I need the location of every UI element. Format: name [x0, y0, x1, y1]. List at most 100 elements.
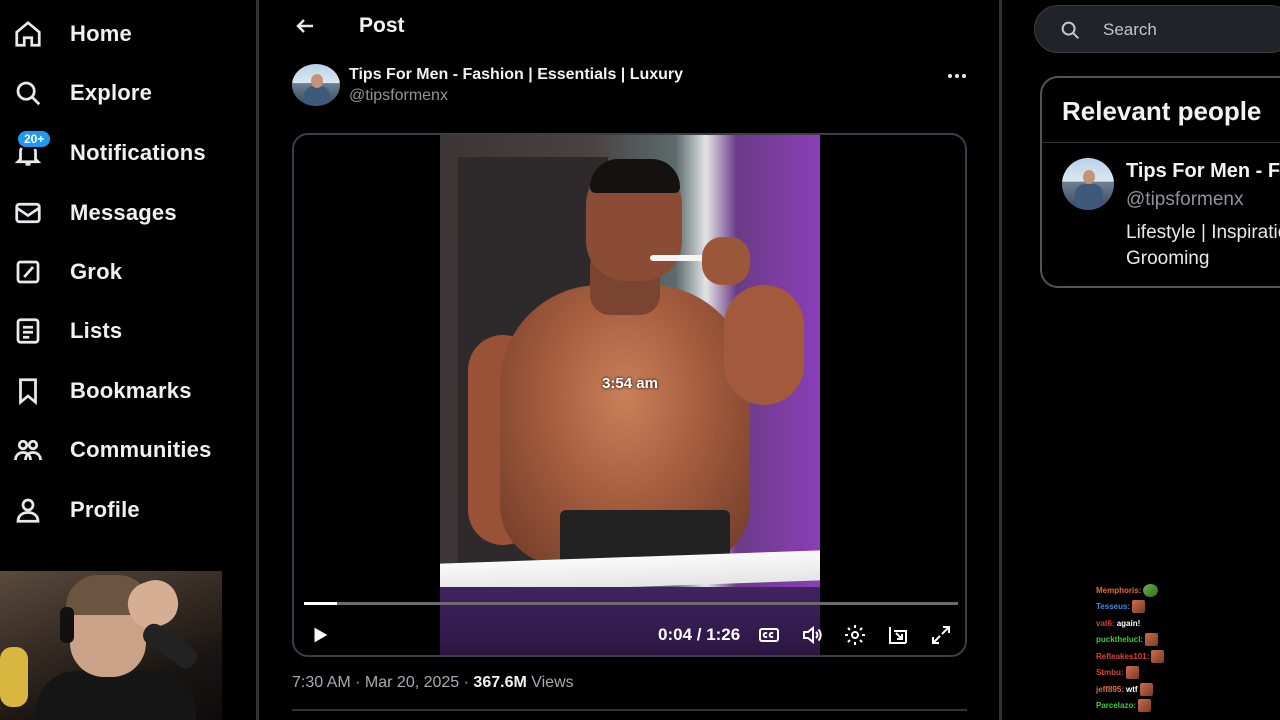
back-button[interactable] — [293, 14, 317, 38]
pip-icon — [889, 627, 907, 644]
avatar-body — [1075, 184, 1103, 210]
chat-username: Parcelazo: — [1096, 701, 1137, 711]
chat-message: jeff895: wtf — [1096, 681, 1246, 698]
search-bar[interactable] — [1034, 5, 1280, 53]
nav-label-profile: Profile — [70, 497, 140, 522]
dot-icon — [962, 74, 966, 78]
page-title: Post — [359, 14, 405, 37]
relevant-person-bio: Lifestyle | Inspiration | Grooming — [1126, 222, 1280, 269]
relevant-person-handle: @tipsformenx — [1126, 189, 1244, 210]
post-divider — [292, 709, 967, 711]
play-button[interactable] — [304, 619, 336, 651]
grok-icon — [12, 256, 44, 288]
video-player[interactable]: 3:54 am 0:04 / 1:26 — [292, 133, 967, 657]
settings-button[interactable] — [839, 619, 871, 651]
nav-label-grok: Grok — [70, 259, 123, 284]
webcam-headset — [60, 607, 74, 643]
webcam-microphone — [139, 619, 201, 673]
bookmark-icon — [12, 375, 44, 407]
chat-text: wtf — [1126, 684, 1138, 694]
play-icon — [314, 627, 328, 643]
video-controls: 0:04 / 1:26 — [294, 619, 965, 651]
nav-label-explore: Explore — [70, 80, 153, 105]
home-icon — [12, 18, 44, 50]
chat-username: puckthelucl: — [1096, 635, 1144, 645]
nav-item-notifications[interactable]: 20+ Notifications — [12, 129, 206, 173]
webcam-shirt — [36, 671, 196, 720]
chat-username: vat6: — [1096, 618, 1115, 628]
chat-message: puckthelucl: — [1096, 632, 1246, 649]
dot-icon — [948, 74, 952, 78]
video-overlay-time: 3:54 am — [602, 375, 658, 392]
face-emote-icon — [1145, 633, 1159, 647]
nav-item-grok[interactable]: Grok — [12, 252, 122, 292]
avatar-face — [1083, 170, 1095, 184]
chat-username: jeff895: — [1096, 684, 1125, 694]
card-separator — [1042, 142, 1280, 143]
relevant-people-card: Relevant people Tips For Men - Fashion |… — [1040, 76, 1280, 288]
nav-item-messages[interactable]: Messages — [12, 193, 177, 233]
picture-in-picture-button[interactable] — [882, 619, 914, 651]
post-meta: 7:30 AM · Mar 20, 2025 · 367.6M Views — [292, 674, 574, 692]
nav-label-lists: Lists — [70, 318, 123, 343]
face-emote-icon — [1138, 699, 1152, 713]
author-name[interactable]: Tips For Men - Fashion | Essentials | Lu… — [349, 66, 683, 84]
streamer-webcam — [0, 571, 222, 720]
nav-item-explore[interactable]: Explore — [12, 73, 152, 113]
relevant-person-name[interactable]: Tips For Men - Fashion | Essentials | Lu… — [1126, 160, 1280, 183]
chat-message: Memphoris: — [1096, 582, 1246, 599]
list-icon — [12, 315, 44, 347]
nav-label-communities: Communities — [70, 437, 212, 462]
chat-message: vat6: again! — [1096, 615, 1246, 632]
author-handle: @tipsformenx — [349, 87, 448, 104]
post-timestamp: 7:30 AM · Mar 20, 2025 · — [292, 674, 474, 691]
video-frame: 3:54 am — [440, 135, 820, 655]
search-input[interactable] — [1103, 18, 1280, 42]
post-column: Post Tips For Men - Fashion | Essentials… — [259, 0, 999, 720]
stream-chat: Memphoris: Tesseus: vat6: again! pucktheluc… — [1096, 582, 1246, 714]
communities-icon — [12, 434, 44, 466]
video-progress-fill — [304, 602, 337, 605]
video-time-readout: 0:04 / 1:26 — [658, 625, 741, 644]
nav-item-communities[interactable]: Communities — [12, 430, 212, 470]
volume-button[interactable] — [796, 619, 828, 651]
chat-username: Tesseus: — [1096, 602, 1131, 612]
nav-item-home[interactable]: Home — [12, 14, 132, 54]
nav-label-messages: Messages — [70, 200, 177, 225]
captions-icon — [759, 628, 779, 642]
avatar-face — [311, 74, 323, 88]
person-icon — [12, 494, 44, 526]
mail-icon — [12, 197, 44, 229]
chat-text: again! — [1116, 618, 1141, 628]
views-count: 367.6M — [473, 674, 527, 691]
face-emote-icon — [1132, 600, 1146, 614]
author-avatar[interactable] — [292, 64, 340, 106]
face-emote-icon — [1125, 666, 1139, 680]
relevant-people-heading: Relevant people — [1062, 96, 1262, 126]
chat-message: Tesseus: — [1096, 599, 1246, 616]
frame-hair — [590, 159, 680, 193]
search-icon — [12, 77, 44, 109]
fullscreen-button[interactable] — [925, 619, 957, 651]
face-emote-icon — [1139, 682, 1153, 696]
chat-message: Parcelazo: — [1096, 698, 1246, 715]
nav-item-bookmarks[interactable]: Bookmarks — [12, 371, 192, 411]
views-label: Views — [526, 674, 574, 691]
nav-item-profile[interactable]: Profile — [12, 490, 140, 530]
frame-toothbrush — [650, 255, 710, 261]
relevant-person-avatar[interactable] — [1062, 158, 1114, 210]
nav-label-bookmarks: Bookmarks — [70, 378, 192, 403]
nav-label-home: Home — [70, 21, 132, 46]
chat-message: Stmbu: — [1096, 665, 1246, 682]
fullscreen-icon — [932, 626, 950, 644]
face-emote-icon — [1151, 649, 1165, 663]
right-divider — [999, 0, 1002, 720]
notifications-badge: 20+ — [16, 129, 53, 149]
arrow-left-icon — [296, 19, 313, 33]
more-options-button[interactable] — [943, 64, 971, 88]
captions-button[interactable] — [753, 619, 785, 651]
webcam-toy — [0, 647, 28, 707]
chat-username: Memphoris: — [1096, 585, 1142, 595]
video-progress-bar[interactable] — [304, 602, 958, 605]
nav-item-lists[interactable]: Lists — [12, 311, 122, 351]
